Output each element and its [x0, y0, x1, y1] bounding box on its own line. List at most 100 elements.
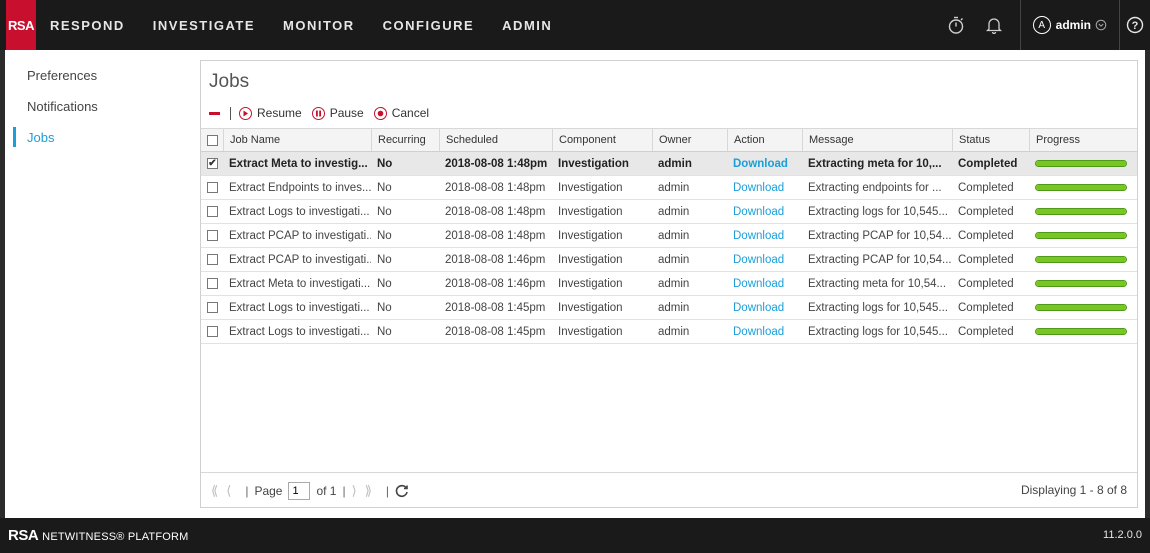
- row-select-cell: ✔: [201, 152, 223, 175]
- column-header-message[interactable]: Message: [802, 129, 952, 151]
- column-header-owner[interactable]: Owner: [652, 129, 727, 151]
- table-header: Job Name Recurring Scheduled Component O…: [201, 128, 1137, 152]
- component-cell: Investigation: [558, 229, 623, 242]
- row-checkbox[interactable]: [207, 206, 218, 217]
- progress-cell: [1029, 272, 1137, 295]
- download-link[interactable]: Download: [727, 224, 802, 247]
- column-header-progress[interactable]: Progress: [1029, 129, 1137, 151]
- nav-monitor[interactable]: MONITOR: [283, 18, 355, 33]
- recurring-cell: No: [377, 277, 392, 290]
- scheduled-cell: 2018-08-08 1:46pm: [445, 253, 546, 266]
- nav-investigate[interactable]: INVESTIGATE: [153, 18, 255, 33]
- main-content: Preferences Notifications Jobs Jobs Resu…: [5, 50, 1145, 518]
- status-cell: Completed: [958, 157, 1018, 170]
- progress-bar: [1035, 280, 1127, 287]
- rsa-logo[interactable]: RSA: [6, 0, 36, 50]
- progress-fill: [1036, 233, 1126, 238]
- row-checkbox[interactable]: [207, 326, 218, 337]
- recurring-cell: No: [377, 325, 392, 338]
- download-link[interactable]: Download: [727, 320, 802, 343]
- column-header-action[interactable]: Action: [727, 129, 802, 151]
- recurring-cell: No: [377, 301, 392, 314]
- pager-divider: |: [245, 483, 249, 498]
- table-row[interactable]: Extract Meta to investigati... No 2018-08-…: [201, 272, 1137, 296]
- prev-page-icon[interactable]: ⟨: [226, 483, 231, 499]
- message-cell: Extracting meta for 10,...: [808, 157, 942, 170]
- bell-icon[interactable]: [982, 13, 1006, 37]
- page-number-input[interactable]: [288, 481, 311, 500]
- next-page-icon[interactable]: ⟩: [352, 483, 357, 499]
- download-link[interactable]: Download: [727, 176, 802, 199]
- last-page-icon[interactable]: ⟫: [365, 483, 372, 499]
- download-link[interactable]: Download: [727, 272, 802, 295]
- select-all-cell: [201, 129, 223, 151]
- footer-rsa-logo: RSA: [8, 527, 39, 544]
- resume-button[interactable]: Resume: [239, 106, 302, 120]
- status-cell: Completed: [958, 253, 1014, 266]
- row-checkbox[interactable]: [207, 254, 218, 265]
- column-header-status[interactable]: Status: [952, 129, 1029, 151]
- download-link[interactable]: Download: [727, 152, 802, 175]
- platform-name: NETWITNESS® PLATFORM: [42, 531, 189, 543]
- top-nav: RSA RESPOND INVESTIGATE MONITOR CONFIGUR…: [0, 0, 1150, 50]
- first-page-icon[interactable]: ⟪: [211, 483, 218, 499]
- row-select-cell: [201, 200, 223, 223]
- sidebar-item-jobs[interactable]: Jobs: [27, 130, 54, 145]
- progress-bar: [1035, 160, 1127, 167]
- owner-cell: admin: [658, 205, 690, 218]
- table-row[interactable]: Extract Logs to investigati... No 2018-08-…: [201, 296, 1137, 320]
- download-link[interactable]: Download: [727, 296, 802, 319]
- row-checkbox[interactable]: [207, 278, 218, 289]
- select-all-checkbox[interactable]: [207, 134, 218, 146]
- sidebar-item-preferences[interactable]: Preferences: [27, 68, 97, 83]
- column-header-recurring[interactable]: Recurring: [371, 129, 439, 151]
- pause-label: Pause: [329, 106, 364, 120]
- table-row[interactable]: Extract PCAP to investigati... No 2018-08-…: [201, 224, 1137, 248]
- table-row[interactable]: ✔ Extract Meta to investig... No 2018-08-08…: [201, 152, 1137, 176]
- row-checkbox[interactable]: [207, 302, 218, 313]
- progress-cell: [1029, 200, 1137, 223]
- stopwatch-icon[interactable]: [944, 13, 968, 37]
- pager-divider: |: [385, 483, 390, 498]
- jobs-toolbar: Resume Pause Cancel: [209, 103, 439, 123]
- column-header-component[interactable]: Component: [552, 129, 652, 151]
- owner-cell: admin: [658, 277, 690, 290]
- nav-configure[interactable]: CONFIGURE: [383, 18, 475, 33]
- table-row[interactable]: Extract PCAP to investigati... No 2018-08-…: [201, 248, 1137, 272]
- row-checkbox[interactable]: [207, 230, 218, 241]
- pause-button[interactable]: Pause: [311, 106, 364, 120]
- job-name-cell: Extract PCAP to investigati...: [229, 253, 371, 266]
- row-checkbox[interactable]: [207, 182, 218, 193]
- sidebar-item-notifications[interactable]: Notifications: [27, 99, 98, 114]
- jobs-table: Job Name Recurring Scheduled Component O…: [201, 128, 1137, 344]
- job-name-cell: Extract Meta to investigati...: [229, 277, 371, 290]
- help-icon[interactable]: ?: [1120, 16, 1150, 34]
- job-name-cell: Extract PCAP to investigati...: [229, 229, 371, 242]
- status-cell: Completed: [958, 181, 1014, 194]
- cancel-label: Cancel: [391, 106, 430, 120]
- user-avatar-icon: A: [1032, 16, 1051, 34]
- table-row[interactable]: Extract Logs to investigati... No 2018-08-…: [201, 320, 1137, 344]
- column-header-scheduled[interactable]: Scheduled: [439, 129, 552, 151]
- remove-button[interactable]: [209, 111, 220, 115]
- refresh-icon[interactable]: [395, 484, 409, 498]
- recurring-cell: No: [377, 253, 392, 266]
- nav-admin[interactable]: ADMIN: [502, 18, 552, 33]
- table-row[interactable]: Extract Logs to investigati... No 2018-08-…: [201, 200, 1137, 224]
- column-header-job-name[interactable]: Job Name: [223, 129, 371, 151]
- status-cell: Completed: [958, 205, 1014, 218]
- table-row[interactable]: Extract Endpoints to inves... No 2018-08-0…: [201, 176, 1137, 200]
- jobs-panel: Jobs Resume Pause Cancel Job Name Recurr…: [200, 60, 1138, 508]
- play-icon: [239, 106, 252, 120]
- download-link[interactable]: Download: [727, 248, 802, 271]
- row-checkbox[interactable]: ✔: [207, 158, 218, 169]
- user-menu[interactable]: A admin: [1021, 16, 1119, 34]
- pager-divider: |: [342, 483, 346, 498]
- footer-bar: RSA NETWITNESS® PLATFORM 11.2.0.0: [0, 518, 1150, 553]
- app-frame: RSA RESPOND INVESTIGATE MONITOR CONFIGUR…: [0, 0, 1150, 553]
- download-link[interactable]: Download: [727, 200, 802, 223]
- progress-cell: [1029, 320, 1137, 343]
- cancel-button[interactable]: Cancel: [373, 106, 430, 120]
- status-cell: Completed: [958, 229, 1014, 242]
- nav-respond[interactable]: RESPOND: [50, 18, 125, 33]
